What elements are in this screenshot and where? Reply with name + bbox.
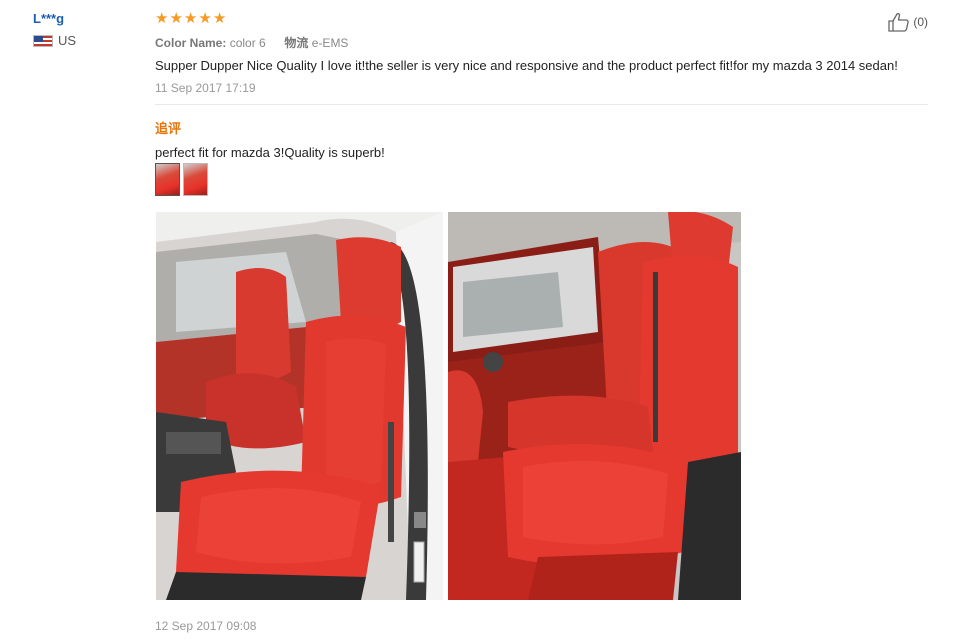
thumbnail-1[interactable] bbox=[155, 163, 180, 196]
rear-seat-photo[interactable] bbox=[448, 212, 741, 600]
helpful-button[interactable]: (0) bbox=[888, 12, 928, 32]
star-icon: ★ bbox=[183, 10, 198, 27]
shipping-label: 物流 bbox=[284, 36, 309, 50]
followup-date: 12 Sep 2017 09:08 bbox=[155, 619, 257, 633]
star-rating: ★ ★ ★ ★ ★ bbox=[155, 11, 226, 26]
helpful-count: (0) bbox=[913, 15, 928, 29]
followup-text: perfect fit for mazda 3!Quality is super… bbox=[155, 145, 385, 160]
us-flag-icon bbox=[33, 34, 53, 47]
rear-seat-image bbox=[448, 212, 741, 600]
order-info: Color Name: color 6 物流 e-EMS bbox=[155, 34, 348, 51]
star-icon: ★ bbox=[155, 10, 169, 27]
followup-label: 追评 bbox=[155, 121, 182, 136]
star-icon: ★ bbox=[169, 10, 183, 27]
reviewer-name[interactable]: L***g bbox=[33, 11, 76, 26]
color-name-value: color 6 bbox=[229, 36, 266, 50]
country-label: US bbox=[58, 33, 77, 48]
review-date: 11 Sep 2017 17:19 bbox=[155, 81, 256, 95]
divider bbox=[155, 104, 928, 105]
star-icon: ★ bbox=[212, 10, 227, 27]
color-name-label: Color Name: bbox=[155, 36, 227, 50]
thumbs-up-icon bbox=[888, 13, 910, 32]
review-text: Supper Dupper Nice Quality I love it!the… bbox=[155, 58, 898, 73]
photo-thumbnails bbox=[155, 163, 208, 196]
shipping-value: e-EMS bbox=[311, 36, 349, 50]
thumbnail-2[interactable] bbox=[183, 163, 208, 196]
reviewer: L***g US bbox=[33, 11, 76, 48]
reviewer-country: US bbox=[33, 33, 76, 48]
front-seat-image bbox=[156, 212, 443, 600]
star-icon: ★ bbox=[198, 10, 212, 27]
front-seat-photo[interactable] bbox=[156, 212, 443, 600]
